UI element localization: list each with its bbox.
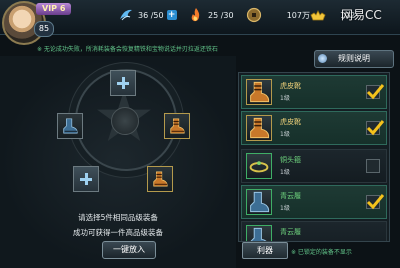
- stamina-value: 36 /50: [138, 10, 164, 20]
- locked-note: ※ 已锁定的装备不显示: [291, 249, 352, 256]
- wing-icon: [120, 9, 132, 21]
- energy-value: 25 /30: [208, 10, 234, 20]
- tiger-boot-icon: [153, 171, 168, 187]
- add-stamina-button[interactable]: +: [166, 10, 177, 20]
- item-name: 青云履: [280, 228, 301, 236]
- item-level: 1级: [280, 131, 290, 138]
- forge-slot-3[interactable]: [164, 113, 190, 139]
- list-item[interactable]: 虎皮靴 1级: [241, 111, 387, 145]
- cloud-boot-icon: [250, 191, 270, 213]
- item-checkbox[interactable]: [366, 194, 384, 210]
- forge-slot-1[interactable]: [110, 70, 136, 96]
- forge-core: [111, 107, 139, 135]
- auto-fill-button[interactable]: 一键放入: [102, 241, 156, 259]
- forge-slot-5[interactable]: [147, 166, 173, 192]
- tip-line-1: 请选择5件相同品级装备: [78, 213, 158, 222]
- item-name: 虎皮靴: [280, 82, 301, 90]
- item-level: 1级: [280, 95, 290, 102]
- energy-resource: 25 /30: [188, 6, 234, 24]
- check-icon: [366, 84, 384, 100]
- level-badge: 85: [34, 21, 54, 37]
- ingot-icon: [310, 10, 326, 21]
- tiger-boot-icon: [170, 118, 185, 134]
- watermark: 网易CC: [341, 8, 382, 22]
- headband-icon: [249, 161, 269, 173]
- check-icon: [366, 194, 384, 210]
- tiger-boot-icon: [250, 81, 270, 103]
- item-thumb: [246, 153, 272, 179]
- item-level: 1级: [280, 205, 290, 212]
- forge-slot-4[interactable]: [73, 166, 99, 192]
- tip-line-2: 成功可获得一件高品级装备: [73, 228, 163, 237]
- item-thumb: [246, 225, 272, 241]
- item-name: 青云履: [280, 192, 301, 200]
- item-thumb: [246, 79, 272, 105]
- check-icon: [366, 120, 384, 136]
- copper-value: 107万: [286, 10, 310, 20]
- item-checkbox[interactable]: [366, 159, 380, 173]
- coin-icon: [246, 7, 262, 23]
- item-name: 铜头箍: [280, 156, 301, 164]
- vip-badge: VIP 6: [36, 3, 72, 15]
- item-level: 1级: [280, 169, 290, 176]
- stamina-resource: 36 /50 +: [118, 6, 177, 24]
- rules-button[interactable]: 规则说明: [314, 50, 394, 68]
- item-name: 虎皮靴: [280, 118, 301, 126]
- forge-slot-2[interactable]: [57, 113, 83, 139]
- item-checkbox[interactable]: [366, 120, 384, 136]
- top-bar: VIP 6 85 36 /50 + 25 /30 107万 122: [0, 0, 400, 45]
- notice-text: ※ 无论成功失败，所消耗装备会恢复精铁和宝物说话并刃拉返还铁石: [37, 46, 218, 53]
- cloud-boot-icon: [250, 227, 267, 241]
- copper-resource: 107万: [246, 6, 310, 24]
- tiger-boot-icon: [250, 117, 270, 139]
- item-thumb: [246, 115, 272, 141]
- filter-tab-weapons[interactable]: 利器: [242, 242, 288, 259]
- flame-icon: [191, 8, 200, 22]
- list-item[interactable]: 青云履 1级: [241, 185, 387, 219]
- list-item[interactable]: 虎皮靴 1级: [241, 75, 387, 109]
- list-item[interactable]: 铜头箍 1级: [241, 149, 387, 183]
- list-item[interactable]: 青云履: [241, 221, 387, 241]
- forge-panel: 请选择5件相同品级装备 成功可获得一件高品级装备: [0, 56, 236, 268]
- item-checkbox[interactable]: [366, 84, 384, 100]
- equipment-list[interactable]: 虎皮靴 1级 虎皮靴 1级 铜头箍 1级 青云履 1级 青云履: [238, 72, 390, 242]
- cloud-boot-icon: [63, 118, 78, 134]
- item-thumb: [246, 189, 272, 215]
